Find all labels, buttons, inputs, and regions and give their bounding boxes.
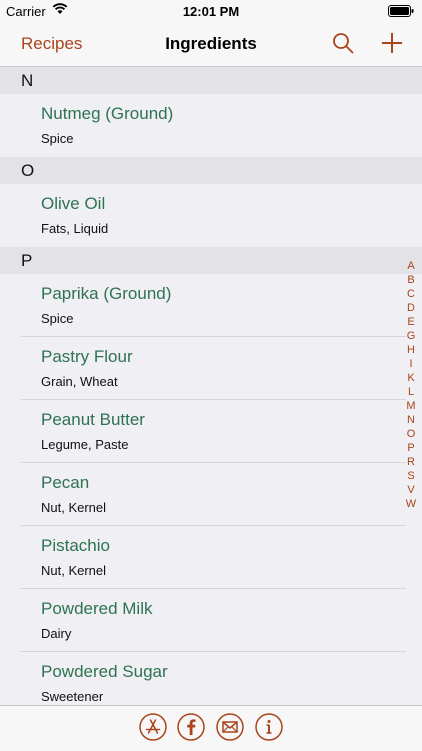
ingredient-name: Powdered Sugar	[41, 662, 168, 681]
section-letter: P	[21, 251, 33, 270]
ingredient-name: Paprika (Ground)	[41, 284, 172, 303]
facebook-icon[interactable]	[177, 713, 205, 741]
page-title: Ingredients	[165, 34, 257, 53]
index-letter[interactable]: E	[404, 315, 418, 329]
ingredient-category: Spice	[41, 131, 74, 146]
section-index[interactable]: A B C D E G H I K L M N O P R S V W	[404, 259, 418, 511]
index-letter[interactable]: L	[404, 385, 418, 399]
status-bar: Carrier 12:01 PM	[0, 0, 422, 22]
index-letter[interactable]: I	[404, 357, 418, 371]
index-letter[interactable]: N	[404, 413, 418, 427]
ingredient-category: Dairy	[41, 626, 72, 641]
list-item[interactable]: Pastry Flour Grain, Wheat	[0, 337, 422, 400]
list-item[interactable]: Pistachio Nut, Kernel	[0, 526, 422, 589]
ingredient-category: Spice	[41, 311, 74, 326]
status-time: 12:01 PM	[182, 4, 240, 19]
ingredient-name: Powdered Milk	[41, 599, 153, 618]
index-letter[interactable]: M	[404, 399, 418, 413]
battery-icon	[388, 5, 414, 20]
bottom-toolbar	[0, 705, 422, 751]
ingredient-name: Peanut Butter	[41, 410, 145, 429]
ingredient-list[interactable]: N Nutmeg (Ground) Spice O Olive Oil Fats…	[0, 67, 422, 705]
list-item[interactable]: Peanut Butter Legume, Paste	[0, 400, 422, 463]
ingredient-category: Nut, Kernel	[41, 563, 107, 578]
list-item[interactable]: Nutmeg (Ground) Spice	[0, 94, 422, 157]
ingredient-category: Fats, Liquid	[41, 221, 109, 236]
index-letter[interactable]: R	[404, 455, 418, 469]
section-header-o: O	[0, 157, 422, 184]
index-letter[interactable]: A	[404, 259, 418, 273]
ingredient-category: Nut, Kernel	[41, 500, 107, 515]
list-item[interactable]: Olive Oil Fats, Liquid	[0, 184, 422, 247]
index-letter[interactable]: H	[404, 343, 418, 357]
index-letter[interactable]: S	[404, 469, 418, 483]
index-letter[interactable]: G	[404, 329, 418, 343]
ingredient-category: Grain, Wheat	[41, 374, 118, 389]
list-item[interactable]: Pecan Nut, Kernel	[0, 463, 422, 526]
ingredient-category: Sweetener	[41, 689, 104, 704]
mail-icon[interactable]	[216, 713, 244, 741]
list-item[interactable]: Powdered Sugar Sweetener	[0, 652, 422, 705]
index-letter[interactable]: B	[404, 273, 418, 287]
section-letter: N	[21, 71, 34, 90]
ingredient-name: Pecan	[41, 473, 90, 492]
index-letter[interactable]: W	[404, 497, 418, 511]
ingredient-name: Pastry Flour	[41, 347, 133, 366]
ingredient-name: Pistachio	[41, 536, 110, 555]
section-letter: O	[21, 161, 35, 180]
info-icon[interactable]	[255, 713, 283, 741]
index-letter[interactable]: K	[404, 371, 418, 385]
index-letter[interactable]: V	[404, 483, 418, 497]
index-letter[interactable]: O	[404, 427, 418, 441]
section-header-p: P	[0, 247, 422, 274]
index-letter[interactable]: D	[404, 301, 418, 315]
plus-icon[interactable]	[380, 31, 404, 60]
ingredient-name: Olive Oil	[41, 194, 106, 213]
list-item[interactable]: Powdered Milk Dairy	[0, 589, 422, 652]
section-header-n: N	[0, 67, 422, 94]
search-icon[interactable]	[332, 32, 354, 59]
navigation-bar: Recipes Ingredients	[0, 22, 422, 67]
app-store-icon[interactable]	[139, 713, 167, 741]
index-letter[interactable]: P	[404, 441, 418, 455]
index-letter[interactable]: C	[404, 287, 418, 301]
ingredient-name: Nutmeg (Ground)	[41, 104, 174, 123]
list-item[interactable]: Paprika (Ground) Spice	[0, 274, 422, 337]
ingredient-category: Legume, Paste	[41, 437, 129, 452]
